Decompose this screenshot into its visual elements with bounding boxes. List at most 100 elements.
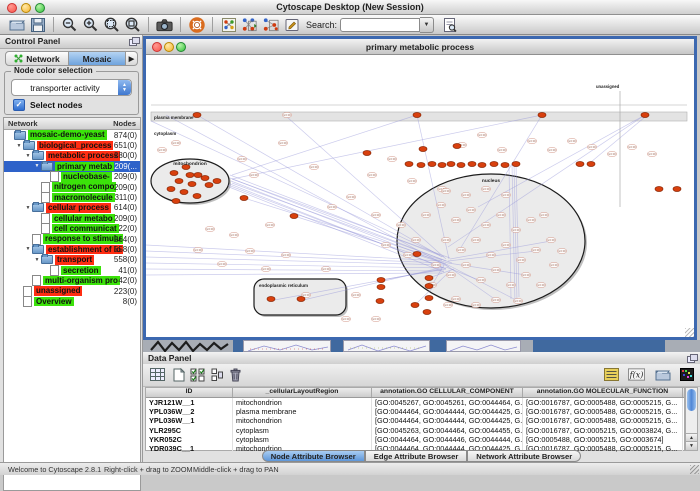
annotation-node[interactable]: GO:00 (627, 144, 637, 149)
table-scrollbar[interactable]: ▲ ▼ (685, 387, 698, 451)
go-term-node[interactable] (457, 163, 465, 168)
annotation-node[interactable]: GO:00 (501, 242, 511, 247)
go-term-node[interactable] (297, 297, 305, 302)
annotation-node[interactable]: GO:00 (527, 138, 537, 143)
go-term-node[interactable] (428, 162, 436, 167)
attribute-equation-icon[interactable]: f(x) (628, 367, 645, 382)
tree-row-cell-communicat[interactable]: cell communicat22(0) (4, 224, 140, 234)
annotation-node[interactable]: GO:00 (506, 282, 516, 287)
annotation-node[interactable]: GO:00 (171, 140, 181, 145)
delete-attribute-icon[interactable] (227, 367, 244, 382)
annotation-node[interactable]: GO:00 (451, 296, 461, 301)
annotation-node[interactable]: GO:00 (436, 202, 446, 207)
annotation-node[interactable]: GO:00 (607, 151, 617, 156)
save-icon[interactable] (28, 16, 47, 34)
tree-row-cellular-process[interactable]: ▼cellular process614(0) (4, 203, 140, 213)
annotation-node[interactable]: GO:00 (491, 297, 501, 302)
annotation-node[interactable]: GO:00 (546, 237, 556, 242)
open-file-icon[interactable] (7, 16, 26, 34)
import-file-folder-icon[interactable] (654, 367, 671, 382)
go-term-node[interactable] (478, 163, 486, 168)
go-term-node[interactable] (512, 162, 520, 167)
annotation-node[interactable]: GO:00 (511, 227, 521, 232)
window-resize-grip[interactable] (685, 328, 694, 337)
go-term-node[interactable] (213, 179, 221, 184)
annotation-node[interactable]: GO:00 (321, 266, 331, 271)
annotation-node[interactable]: GO:00 (557, 248, 567, 253)
annotation-node[interactable]: GO:00 (526, 217, 536, 222)
background-window-fragment[interactable] (343, 340, 430, 352)
go-term-node[interactable] (377, 285, 385, 290)
annotation-node[interactable]: GO:00 (351, 292, 361, 297)
go-term-node[interactable] (425, 296, 433, 301)
tree-expand-arrow[interactable]: ▼ (24, 153, 32, 159)
annotation-node[interactable]: GO:00 (431, 262, 441, 267)
tree-row-secretion[interactable]: secretion41(0) (4, 265, 140, 275)
background-window-fragment[interactable] (331, 340, 343, 352)
select-attributes-icon[interactable] (189, 367, 206, 382)
column-header[interactable]: ID (146, 388, 233, 397)
go-term-node[interactable] (193, 194, 201, 199)
scrollbar-thumb[interactable] (687, 389, 696, 411)
annotation-node[interactable]: GO:00 (647, 151, 657, 156)
annotation-node[interactable]: GO:00 (229, 232, 239, 237)
tab-node-attribute-browser[interactable]: Node Attribute Browser (262, 450, 365, 462)
annotation-node[interactable]: GO:00 (491, 267, 501, 272)
tree-row-cellular-metabo[interactable]: cellular metabo209(0) (4, 213, 140, 223)
network-overview-icon[interactable] (219, 16, 238, 34)
background-window-fragment[interactable] (149, 340, 233, 352)
annotation-node[interactable]: GO:00 (421, 212, 431, 217)
annotation-node[interactable]: GO:00 (381, 242, 391, 247)
go-term-node[interactable] (201, 176, 209, 181)
zoom-fit-icon[interactable] (123, 16, 142, 34)
go-term-node[interactable] (468, 162, 476, 167)
annotation-node[interactable]: GO:00 (387, 156, 397, 161)
tree-row-establishment-of-lo[interactable]: ▼establishment of lo558(0) (4, 244, 140, 254)
advanced-search-icon[interactable] (440, 16, 459, 34)
annotation-node[interactable]: GO:00 (193, 247, 203, 252)
layout-icon-2[interactable] (261, 16, 280, 34)
annotation-node[interactable]: GO:00 (536, 282, 546, 287)
go-term-node[interactable] (538, 113, 546, 118)
go-term-node[interactable] (175, 179, 183, 184)
annotation-node[interactable]: GO:00 (157, 147, 167, 152)
annotation-node[interactable]: GO:00 (371, 316, 381, 321)
annotation-node[interactable]: GO:00 (217, 261, 227, 266)
tab-edge-attribute-browser[interactable]: Edge Attribute Browser (365, 450, 468, 462)
tree-row-mosaic-demo-yeast[interactable]: mosaic-demo-yeast874(0) (4, 130, 140, 140)
tree-row-primary-metab[interactable]: ▼primary metab209(... (4, 161, 140, 171)
go-term-node[interactable] (186, 173, 194, 178)
annotation-node[interactable]: GO:00 (278, 140, 288, 145)
annotation-node[interactable]: GO:00 (451, 217, 461, 222)
tree-expand-arrow[interactable]: ▼ (15, 143, 23, 149)
go-term-node[interactable] (376, 299, 384, 304)
column-header[interactable]: annotation.GO MOLECULAR_FUNCTION (523, 388, 683, 397)
go-term-node[interactable] (417, 163, 425, 168)
annotation-node[interactable]: GO:00 (396, 222, 406, 227)
annotation-node[interactable]: GO:00 (205, 226, 215, 231)
network-edge[interactable] (146, 269, 444, 271)
node-color-dropdown[interactable]: transporter activity ▲▼ (11, 79, 132, 96)
annotation-node[interactable]: GO:00 (471, 302, 481, 307)
background-window-fragment[interactable] (233, 340, 243, 352)
annotation-node[interactable]: GO:00 (441, 188, 451, 193)
annotation-node[interactable]: GO:00 (282, 112, 292, 117)
go-term-node[interactable] (423, 310, 431, 315)
go-term-node[interactable] (240, 196, 248, 201)
annotation-node[interactable]: GO:00 (249, 172, 259, 177)
annotation-node[interactable]: GO:00 (346, 194, 356, 199)
layout-icon-1[interactable] (240, 16, 259, 34)
annotation-node[interactable]: GO:00 (461, 192, 471, 197)
annotation-node[interactable]: GO:00 (265, 222, 275, 227)
annotation-node[interactable]: GO:00 (407, 178, 417, 183)
tree-row-overview[interactable]: Overview8(0) (4, 296, 140, 306)
annotation-node[interactable]: GO:00 (466, 207, 476, 212)
annotation-node[interactable]: GO:00 (521, 272, 531, 277)
tree-row-unassigned[interactable]: unassigned223(0) (4, 286, 140, 296)
float-panel-icon[interactable] (687, 354, 696, 362)
tree-row-biological-process[interactable]: ▼biological_process651(0) (4, 140, 140, 150)
annotation-node[interactable]: GO:00 (237, 156, 247, 161)
go-term-node[interactable] (425, 276, 433, 281)
annotation-node[interactable]: GO:00 (587, 144, 597, 149)
annotation-node[interactable]: GO:00 (261, 266, 271, 271)
